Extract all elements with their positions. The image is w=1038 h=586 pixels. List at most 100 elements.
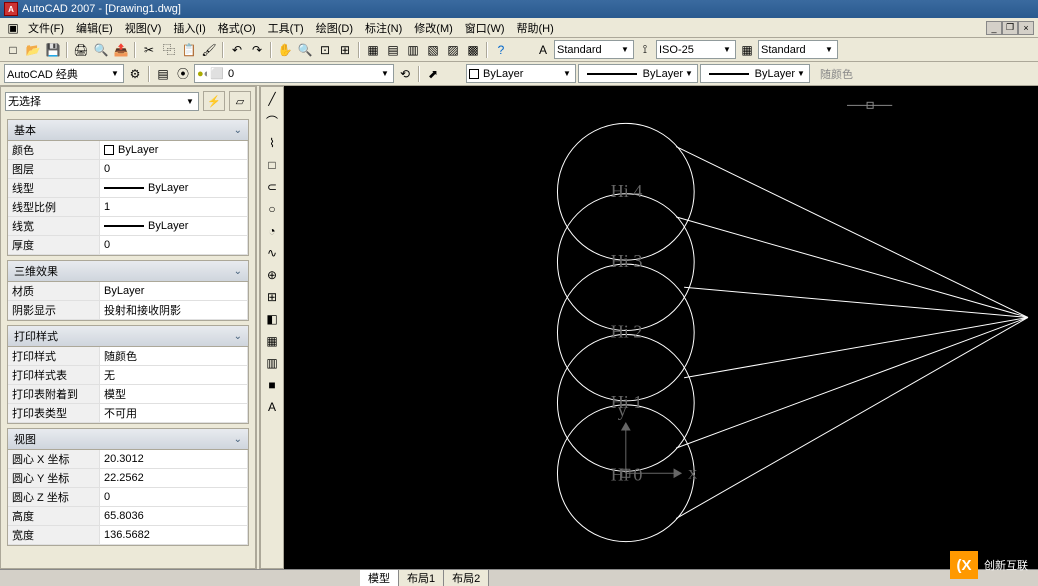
dcenter-icon[interactable]: ▤ [384,41,402,59]
dim-style-dropdown[interactable]: ISO-25▼ [656,40,736,59]
publish-icon[interactable]: 📤 [112,41,130,59]
menu-帮助H[interactable]: 帮助(H) [511,21,560,37]
draw-tool-icon[interactable]: ╱ [262,89,282,109]
prop-value[interactable]: 0 [100,488,248,507]
group-header[interactable]: 打印样式⌄ [7,325,249,347]
undo-icon[interactable]: ↶ [228,41,246,59]
draw-tool-icon[interactable]: ⌒ [262,111,282,131]
prop-value[interactable]: 投射和接收阴影 [100,301,248,320]
text-style-dropdown[interactable]: Standard▼ [554,40,634,59]
prop-value[interactable]: 0 [100,236,248,255]
group-header[interactable]: 视图⌄ [7,428,249,450]
draw-tool-icon[interactable]: ▦ [262,331,282,351]
layout-tab[interactable]: 布局2 [444,570,489,586]
redo-icon[interactable]: ↷ [248,41,266,59]
text-style-icon[interactable]: A [534,41,552,59]
prop-value[interactable]: 1 [100,198,248,217]
prop-value[interactable]: ByLayer [100,141,248,160]
menu-视图V[interactable]: 视图(V) [119,21,168,37]
save-icon[interactable]: 💾 [44,41,62,59]
menu-绘图D[interactable]: 绘图(D) [310,21,359,37]
draw-tool-icon[interactable]: ⊞ [262,287,282,307]
layer-filter-icon[interactable]: ⦿ [174,65,192,83]
menu-文件F[interactable]: 文件(F) [22,21,70,37]
prop-value[interactable]: 136.5682 [100,526,248,545]
tool-pal-icon[interactable]: ▥ [404,41,422,59]
menu-工具T[interactable]: 工具(T) [262,21,310,37]
match-icon[interactable]: 🖌 [200,41,218,59]
zoom-win-icon[interactable]: ⊡ [316,41,334,59]
layer-dropdown[interactable]: ●◐⬜ 0▼ [194,64,394,83]
standard-toolbar: □ 📂 💾 🖨 🔍 📤 ✂ ⿻ 📋 🖌 ↶ ↷ ✋ 🔍 ⊡ ⊞ ▦ ▤ ▥ ▧ … [0,38,1038,62]
lineweight-dropdown[interactable]: ByLayer▼ [700,64,810,83]
draw-toolbar: ╱⌒⌇□⊂○◔∿⊕⊞◧▦▥■A [260,86,284,569]
draw-tool-icon[interactable]: □ [262,155,282,175]
layer-prev-icon[interactable]: ⟲ [396,65,414,83]
selection-dropdown[interactable]: 无选择▼ [5,92,199,111]
calc-icon[interactable]: ▩ [464,41,482,59]
make-current-icon[interactable]: ⬈ [424,65,442,83]
layout-tab[interactable]: 布局1 [399,570,444,586]
help-icon[interactable]: ? [492,41,510,59]
layer-prop-icon[interactable]: ▤ [154,65,172,83]
table-style-dropdown[interactable]: Standard▼ [758,40,838,59]
menu-插入I[interactable]: 插入(I) [167,21,211,37]
prop-value[interactable]: 不可用 [100,404,248,423]
draw-tool-icon[interactable]: A [262,397,282,417]
draw-tool-icon[interactable]: ∿ [262,243,282,263]
quick-select-icon[interactable]: ⚡ [203,91,225,111]
menu-格式O[interactable]: 格式(O) [212,21,262,37]
draw-tool-icon[interactable]: ◔ [262,221,282,241]
prop-value[interactable]: ByLayer [100,217,248,236]
prop-value[interactable]: 20.3012 [100,450,248,469]
draw-tool-icon[interactable]: ▥ [262,353,282,373]
table-style-icon[interactable]: ▦ [738,41,756,59]
draw-tool-icon[interactable]: ◧ [262,309,282,329]
menu-窗口W[interactable]: 窗口(W) [459,21,511,37]
prop-value[interactable]: 模型 [100,385,248,404]
sheet-icon[interactable]: ▧ [424,41,442,59]
prop-value[interactable]: 65.8036 [100,507,248,526]
drawing-canvas[interactable]: x y Hi 4 Hi 3 Hi 2 Hi 1 Hi 0 [284,86,1038,569]
preview-icon[interactable]: 🔍 [92,41,110,59]
new-icon[interactable]: □ [4,41,22,59]
zoom-rt-icon[interactable]: 🔍 [296,41,314,59]
paste-icon[interactable]: 📋 [180,41,198,59]
prop-value[interactable]: 随颜色 [100,347,248,366]
menu-修改M[interactable]: 修改(M) [408,21,459,37]
group-header[interactable]: 三维效果⌄ [7,260,249,282]
prop-label: 厚度 [8,236,100,255]
prop-value[interactable]: ByLayer [100,282,248,301]
open-icon[interactable]: 📂 [24,41,42,59]
draw-tool-icon[interactable]: ■ [262,375,282,395]
prop-icon[interactable]: ▦ [364,41,382,59]
cut-icon[interactable]: ✂ [140,41,158,59]
workspace-settings-icon[interactable]: ⚙ [126,65,144,83]
restore-button[interactable]: ❐ [1002,21,1018,35]
markup-icon[interactable]: ▨ [444,41,462,59]
draw-tool-icon[interactable]: ⊕ [262,265,282,285]
prop-value[interactable]: ByLayer [100,179,248,198]
minimize-button[interactable]: _ [986,21,1002,35]
menu-编辑E[interactable]: 编辑(E) [70,21,119,37]
color-dropdown[interactable]: ByLayer▼ [466,64,576,83]
zoom-prev-icon[interactable]: ⊞ [336,41,354,59]
prop-value[interactable]: 22.2562 [100,469,248,488]
copy-icon[interactable]: ⿻ [160,41,178,59]
group-header[interactable]: 基本⌄ [7,119,249,141]
dim-style-icon[interactable]: ⟟ [636,41,654,59]
select-objects-icon[interactable]: ▱ [229,91,251,111]
print-icon[interactable]: 🖨 [72,41,90,59]
prop-label: 圆心 Y 坐标 [8,469,100,488]
draw-tool-icon[interactable]: ⊂ [262,177,282,197]
close-button[interactable]: × [1018,21,1034,35]
workspace-dropdown[interactable]: AutoCAD 经典▼ [4,64,124,83]
draw-tool-icon[interactable]: ○ [262,199,282,219]
draw-tool-icon[interactable]: ⌇ [262,133,282,153]
menu-标注N[interactable]: 标注(N) [359,21,408,37]
layout-tab[interactable]: 模型 [360,570,399,586]
pan-icon[interactable]: ✋ [276,41,294,59]
prop-value[interactable]: 无 [100,366,248,385]
linetype-dropdown[interactable]: ByLayer▼ [578,64,698,83]
prop-value[interactable]: 0 [100,160,248,179]
